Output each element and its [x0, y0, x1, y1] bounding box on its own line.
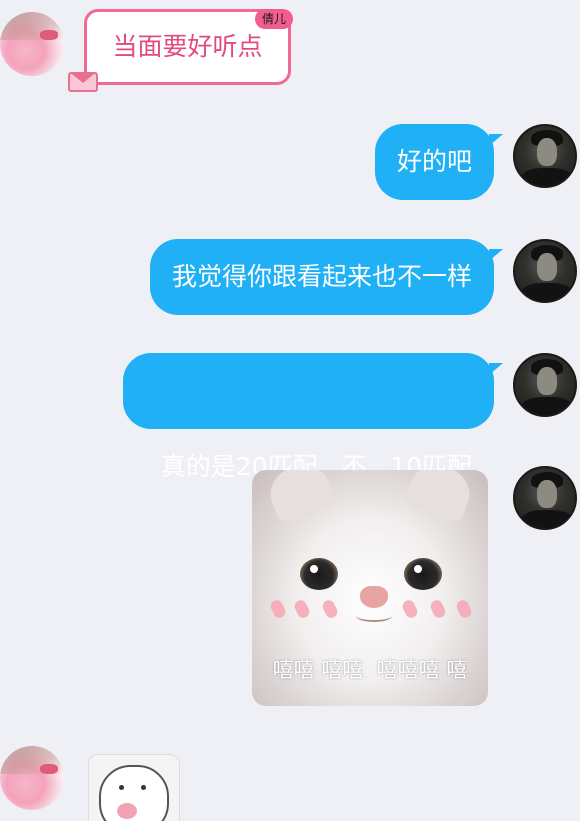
cat-mouth: [356, 610, 392, 622]
blush-mark: [454, 598, 474, 620]
blush-mark: [400, 598, 420, 620]
cat-ear: [403, 470, 477, 525]
avatar-face: [537, 253, 557, 281]
outgoing-message-bubble[interactable]: 好的吧: [374, 124, 504, 200]
cat-eye: [404, 558, 442, 590]
blush-mark: [320, 598, 340, 620]
contact-avatar[interactable]: [0, 12, 64, 76]
blush-mark: [428, 598, 448, 620]
message-text: 当面要好听点: [112, 32, 263, 61]
avatar-face: [537, 367, 557, 395]
self-avatar[interactable]: [513, 353, 577, 417]
cat-eye: [300, 558, 338, 590]
sticker-eye: [119, 785, 124, 790]
avatar-face: [537, 138, 557, 166]
message-text: 我觉得你跟看起来也不一样: [171, 262, 472, 291]
avatar-body: [521, 510, 573, 528]
outgoing-message-bubble[interactable]: 真的是20匹配 不 10匹配: [122, 353, 504, 481]
outgoing-message-bubble[interactable]: 我觉得你跟看起来也不一样: [149, 239, 504, 315]
envelope-icon: [68, 72, 98, 92]
sender-tag: 倩儿: [254, 9, 293, 29]
avatar-bow: [40, 30, 58, 40]
message-text: 好的吧: [396, 147, 472, 176]
self-avatar[interactable]: [513, 124, 577, 188]
self-avatar[interactable]: [513, 239, 577, 303]
blush-mark: [268, 598, 288, 620]
avatar-bow: [40, 764, 58, 774]
blush-mark: [292, 598, 312, 620]
sticker-eye: [141, 785, 146, 790]
incoming-message-bubble[interactable]: 当面要好听点 倩儿: [84, 9, 293, 85]
cat-sticker-message[interactable]: 嘻嘻 嘻嘻 嘻嘻嘻 嘻: [252, 470, 488, 706]
self-avatar[interactable]: [513, 466, 577, 530]
incoming-sticker-message[interactable]: [88, 754, 180, 821]
avatar-body: [521, 168, 573, 186]
contact-avatar[interactable]: [0, 746, 64, 810]
cat-ear: [263, 470, 337, 525]
avatar-body: [521, 397, 573, 415]
avatar-body: [521, 283, 573, 301]
cat-nose: [360, 586, 388, 608]
sticker-blush: [117, 803, 137, 819]
sticker-caption: 嘻嘻 嘻嘻 嘻嘻嘻 嘻: [272, 658, 468, 682]
avatar-face: [537, 480, 557, 508]
